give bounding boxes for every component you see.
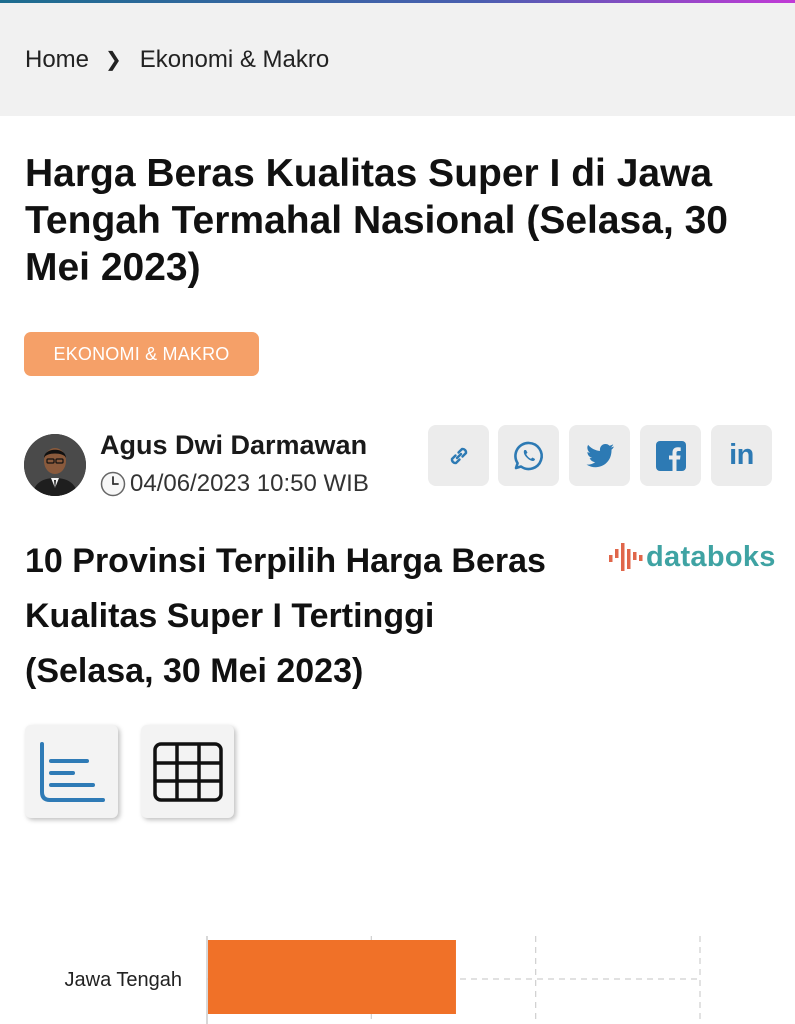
chart-title-line-1: 10 Provinsi Terpilih Harga Beras [25,542,546,580]
article-title: Harga Beras Kualitas Super I di Jawa Ten… [25,152,728,289]
link-icon [450,447,467,464]
databoks-logo-icon [609,543,643,571]
post-date-text: 04/06/2023 10:50 WIB [130,470,369,497]
twitter-icon [586,443,614,467]
databoks-brand-text: databoks [646,540,776,573]
category-label: Jawa Tengah [65,969,183,991]
share-whatsapp-button[interactable] [498,425,559,486]
whatsapp-icon [513,441,543,470]
chart-title: 10 Provinsi Terpilih Harga Beras Kualita… [25,534,585,699]
breadcrumb-current-link[interactable]: Ekonomi & Makro [140,46,329,74]
category-badge[interactable]: EKONOMI & MAKRO [24,332,259,376]
chevron-right-icon: ❯ [105,49,122,71]
table-view-icon [152,741,223,802]
table-view-button[interactable] [141,725,234,818]
share-facebook-button[interactable] [640,425,701,486]
chart-title-line-2: Kualitas Super I Tertinggi [25,597,435,635]
bar-chart-view-button[interactable] [25,725,118,818]
bar-chart: Jawa Tengah [65,936,701,1024]
chart-title-line-3: (Selasa, 30 Mei 2023) [25,652,364,690]
author-avatar[interactable] [24,434,86,496]
breadcrumb-home-link[interactable]: Home [25,46,89,74]
linkedin-icon: in [729,439,754,471]
author-name[interactable]: Agus Dwi Darmawan [100,430,367,461]
share-twitter-button[interactable] [569,425,630,486]
breadcrumb: Home ❯ Ekonomi & Makro [0,3,795,116]
databoks-logo[interactable]: databoks [608,540,776,574]
bar-jawa-tengah[interactable] [208,940,456,1014]
post-date: 04/06/2023 10:50 WIB [100,470,369,498]
share-link-button[interactable] [428,425,489,486]
facebook-icon [655,440,686,471]
bar-chart-view-icon [39,741,105,802]
share-linkedin-button[interactable]: in [711,425,772,486]
clock-icon [100,471,126,497]
